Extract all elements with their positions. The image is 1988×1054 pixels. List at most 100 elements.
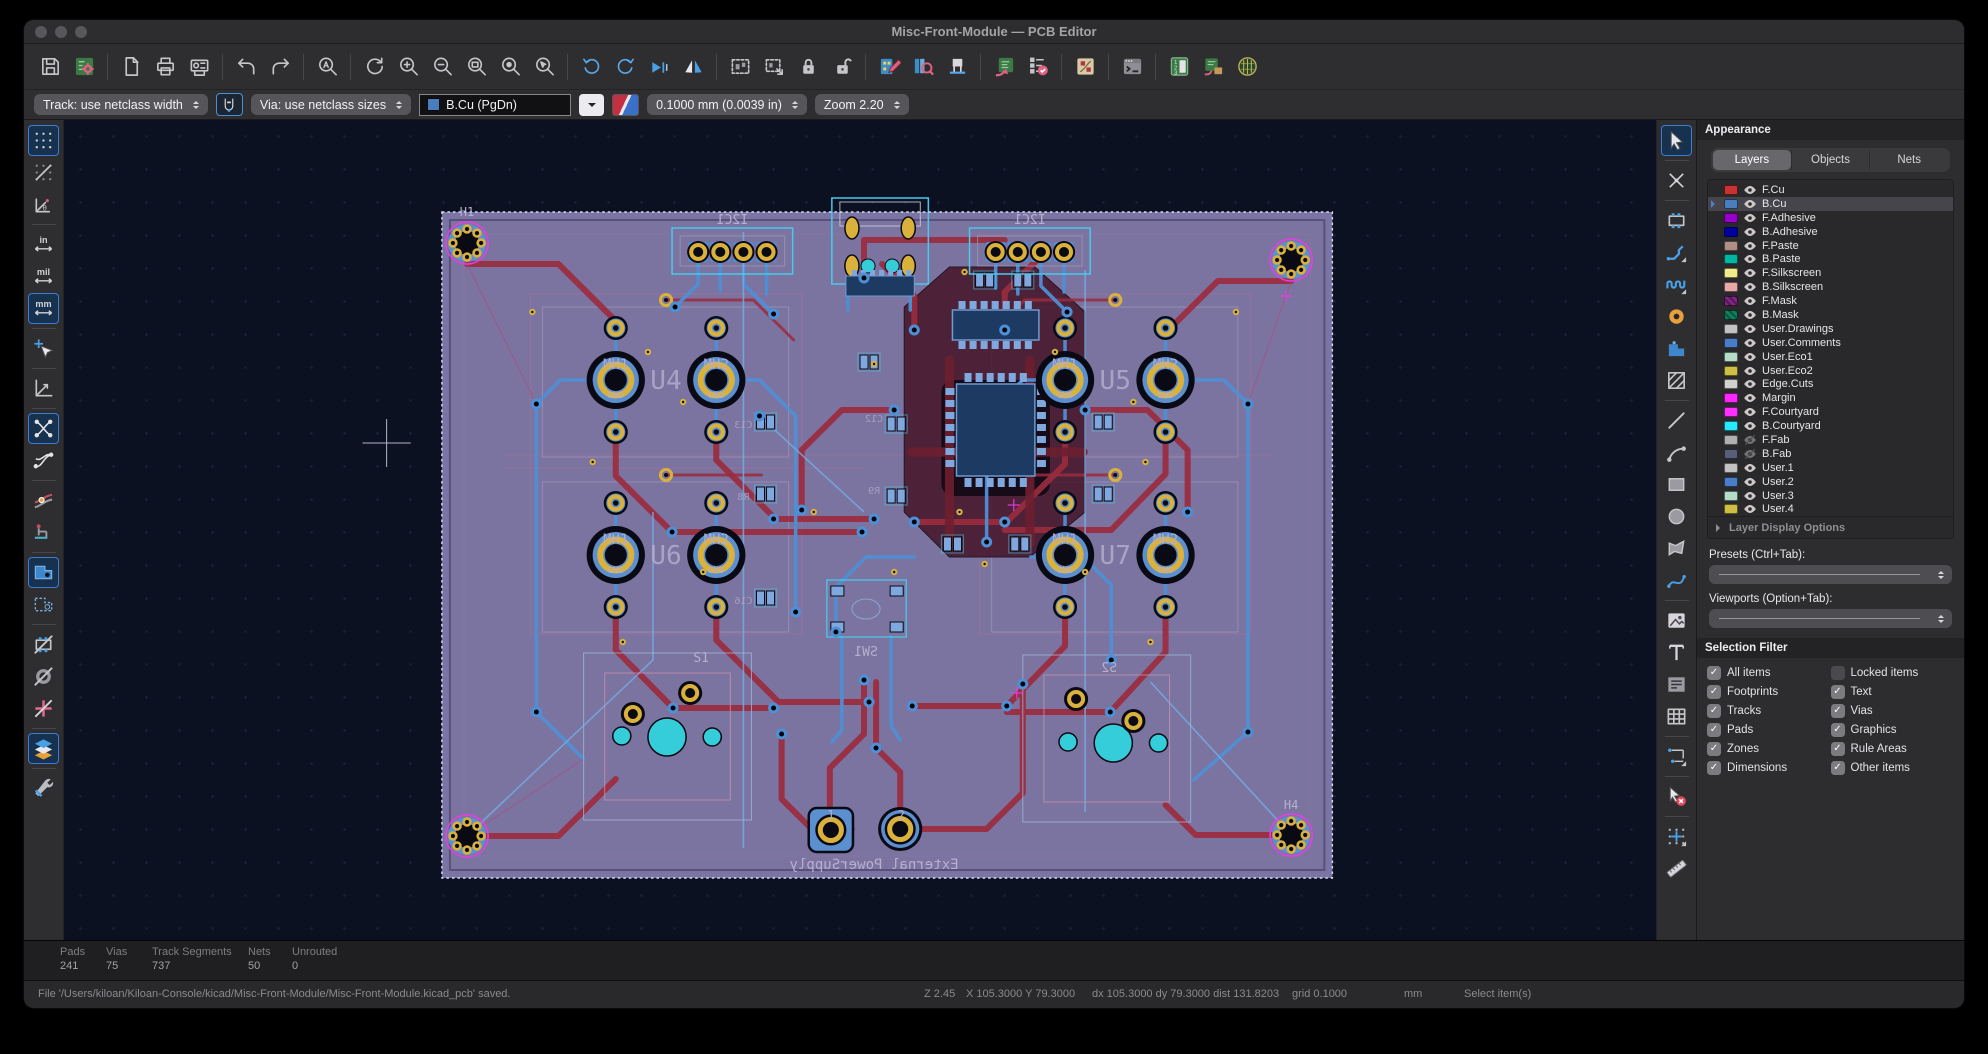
bom-button[interactable]: 123	[1163, 51, 1195, 83]
swap-footprints-button[interactable]	[1197, 51, 1229, 83]
filter-item[interactable]: ✓Pads	[1707, 723, 1831, 737]
save-button[interactable]	[34, 51, 66, 83]
curved-ratsnest-button[interactable]	[28, 445, 59, 476]
layer-color-swatch[interactable]	[1724, 296, 1738, 306]
visibility-eye-icon[interactable]	[1743, 419, 1757, 433]
layer-row[interactable]: F.Paste	[1708, 239, 1953, 253]
layer-color-swatch[interactable]	[1724, 491, 1738, 501]
cursor-shape-button[interactable]	[28, 333, 59, 364]
pcb-drawing[interactable]: H1 H4 U4 U5 U6 U7 MH1 MH2 MH1 MH2 MH1 MH…	[64, 120, 1656, 940]
zoom-objects-button[interactable]	[494, 51, 526, 83]
layer-row[interactable]: User.4	[1708, 502, 1953, 516]
checkbox-checked[interactable]: ✓	[1707, 666, 1721, 680]
zone-fill-button[interactable]	[28, 557, 59, 588]
board-setup-button[interactable]	[68, 51, 100, 83]
grid-dots-button[interactable]	[28, 125, 59, 156]
select-tool-button[interactable]	[1661, 125, 1692, 156]
layer-color-swatch[interactable]	[1724, 379, 1738, 389]
route-tracks-button[interactable]	[1661, 237, 1692, 268]
3d-viewer-button[interactable]	[1231, 51, 1263, 83]
checkbox-checked[interactable]: ✓	[1831, 761, 1845, 775]
visibility-eye-icon[interactable]	[1743, 350, 1757, 364]
add-rule-area-button[interactable]	[1661, 365, 1692, 396]
visibility-eye-icon[interactable]	[1743, 280, 1757, 294]
update-pcb-button[interactable]	[988, 51, 1020, 83]
refresh-button[interactable]	[358, 51, 390, 83]
units-inches-button[interactable]: in	[28, 229, 59, 260]
filter-item[interactable]: ✓Dimensions	[1707, 761, 1831, 775]
filter-item[interactable]: ✓Text	[1831, 685, 1955, 699]
layer-row[interactable]: B.Silkscreen	[1708, 280, 1953, 294]
layer-row[interactable]: User.3	[1708, 489, 1953, 503]
layer-color-swatch[interactable]	[1724, 477, 1738, 487]
layer-row[interactable]: B.Cu	[1708, 197, 1953, 211]
checkbox-checked[interactable]: ✓	[1707, 761, 1721, 775]
zoom-selection-button[interactable]	[528, 51, 560, 83]
layer-row[interactable]: F.Cu	[1708, 183, 1953, 197]
visibility-eye-icon[interactable]	[1743, 391, 1757, 405]
draw-arc-button[interactable]	[1661, 437, 1692, 468]
layer-row[interactable]: Edge.Cuts	[1708, 377, 1953, 391]
print-button[interactable]	[149, 51, 181, 83]
layer-row[interactable]: F.Silkscreen	[1708, 266, 1953, 280]
group-button[interactable]	[724, 51, 756, 83]
checkbox-checked[interactable]: ✓	[1831, 704, 1845, 718]
layer-row[interactable]: F.Mask	[1708, 294, 1953, 308]
layer-color-swatch[interactable]	[1724, 352, 1738, 362]
visibility-eye-icon[interactable]	[1743, 322, 1757, 336]
layer-row[interactable]: User.Comments	[1708, 336, 1953, 350]
zoom-out-button[interactable]	[426, 51, 458, 83]
layer-color-swatch[interactable]	[1724, 407, 1738, 417]
visibility-eye-icon[interactable]	[1743, 211, 1757, 225]
viewports-select[interactable]	[1709, 609, 1952, 628]
checkbox-checked[interactable]: ✓	[1707, 685, 1721, 699]
flip-board-button[interactable]	[643, 51, 675, 83]
visibility-eye-icon[interactable]	[1743, 239, 1757, 253]
visibility-eye-icon[interactable]	[1743, 197, 1757, 211]
layer-select-dropdown-button[interactable]	[579, 94, 604, 116]
units-mm-button[interactable]: mm	[28, 293, 59, 324]
layer-color-swatch[interactable]	[1724, 199, 1738, 209]
visibility-eye-icon[interactable]	[1743, 266, 1757, 280]
angle-45-button[interactable]	[28, 373, 59, 404]
filter-item[interactable]: ✓Footprints	[1707, 685, 1831, 699]
layer-row[interactable]: B.Mask	[1708, 308, 1953, 322]
filter-item[interactable]: ✓Vias	[1831, 704, 1955, 718]
page-settings-button[interactable]	[115, 51, 147, 83]
layer-color-swatch[interactable]	[1724, 213, 1738, 223]
layer-color-swatch[interactable]	[1724, 310, 1738, 320]
add-via-button[interactable]	[1661, 301, 1692, 332]
grid-off-button[interactable]	[28, 157, 59, 188]
visibility-eye-icon[interactable]	[1743, 294, 1757, 308]
layer-color-swatch[interactable]	[1724, 393, 1738, 403]
tab-nets[interactable]: Nets	[1869, 150, 1948, 170]
grid-origin-button[interactable]	[1661, 821, 1692, 852]
grid-select[interactable]: 0.1000 mm (0.0039 in)	[647, 94, 807, 115]
undo-button[interactable]	[230, 51, 262, 83]
rotate-ccw-button[interactable]	[575, 51, 607, 83]
add-table-button[interactable]	[1661, 701, 1692, 732]
delete-tool-button[interactable]	[1661, 781, 1692, 812]
add-zone-button[interactable]	[1661, 333, 1692, 364]
pads-hidden-button[interactable]	[28, 661, 59, 692]
layer-color-swatch[interactable]	[1724, 421, 1738, 431]
layer-row[interactable]: User.Eco2	[1708, 364, 1953, 378]
add-footprint-button[interactable]	[1661, 205, 1692, 236]
layer-row[interactable]: F.Courtyard	[1708, 405, 1953, 419]
visibility-eye-icon[interactable]	[1743, 183, 1757, 197]
visibility-eye-icon[interactable]	[1743, 461, 1757, 475]
tracks-hidden-button[interactable]	[28, 693, 59, 724]
layer-color-swatch[interactable]	[1724, 449, 1738, 459]
layer-row[interactable]: User.2	[1708, 475, 1953, 489]
visibility-eye-icon[interactable]	[1743, 225, 1757, 239]
layer-display-options-toggle[interactable]: Layer Display Options	[1708, 516, 1953, 538]
layer-stack-button[interactable]	[28, 733, 59, 764]
layer-row[interactable]: B.Adhesive	[1708, 225, 1953, 239]
layer-row[interactable]: User.Eco1	[1708, 350, 1953, 364]
filter-item[interactable]: Locked items	[1831, 666, 1955, 680]
layer-color-swatch[interactable]	[1724, 268, 1738, 278]
filter-item[interactable]: ✓Rule Areas	[1831, 742, 1955, 756]
console-button[interactable]	[1116, 51, 1148, 83]
via-size-select[interactable]: Via: use netclass sizes	[251, 94, 411, 115]
visibility-eye-icon[interactable]	[1743, 405, 1757, 419]
